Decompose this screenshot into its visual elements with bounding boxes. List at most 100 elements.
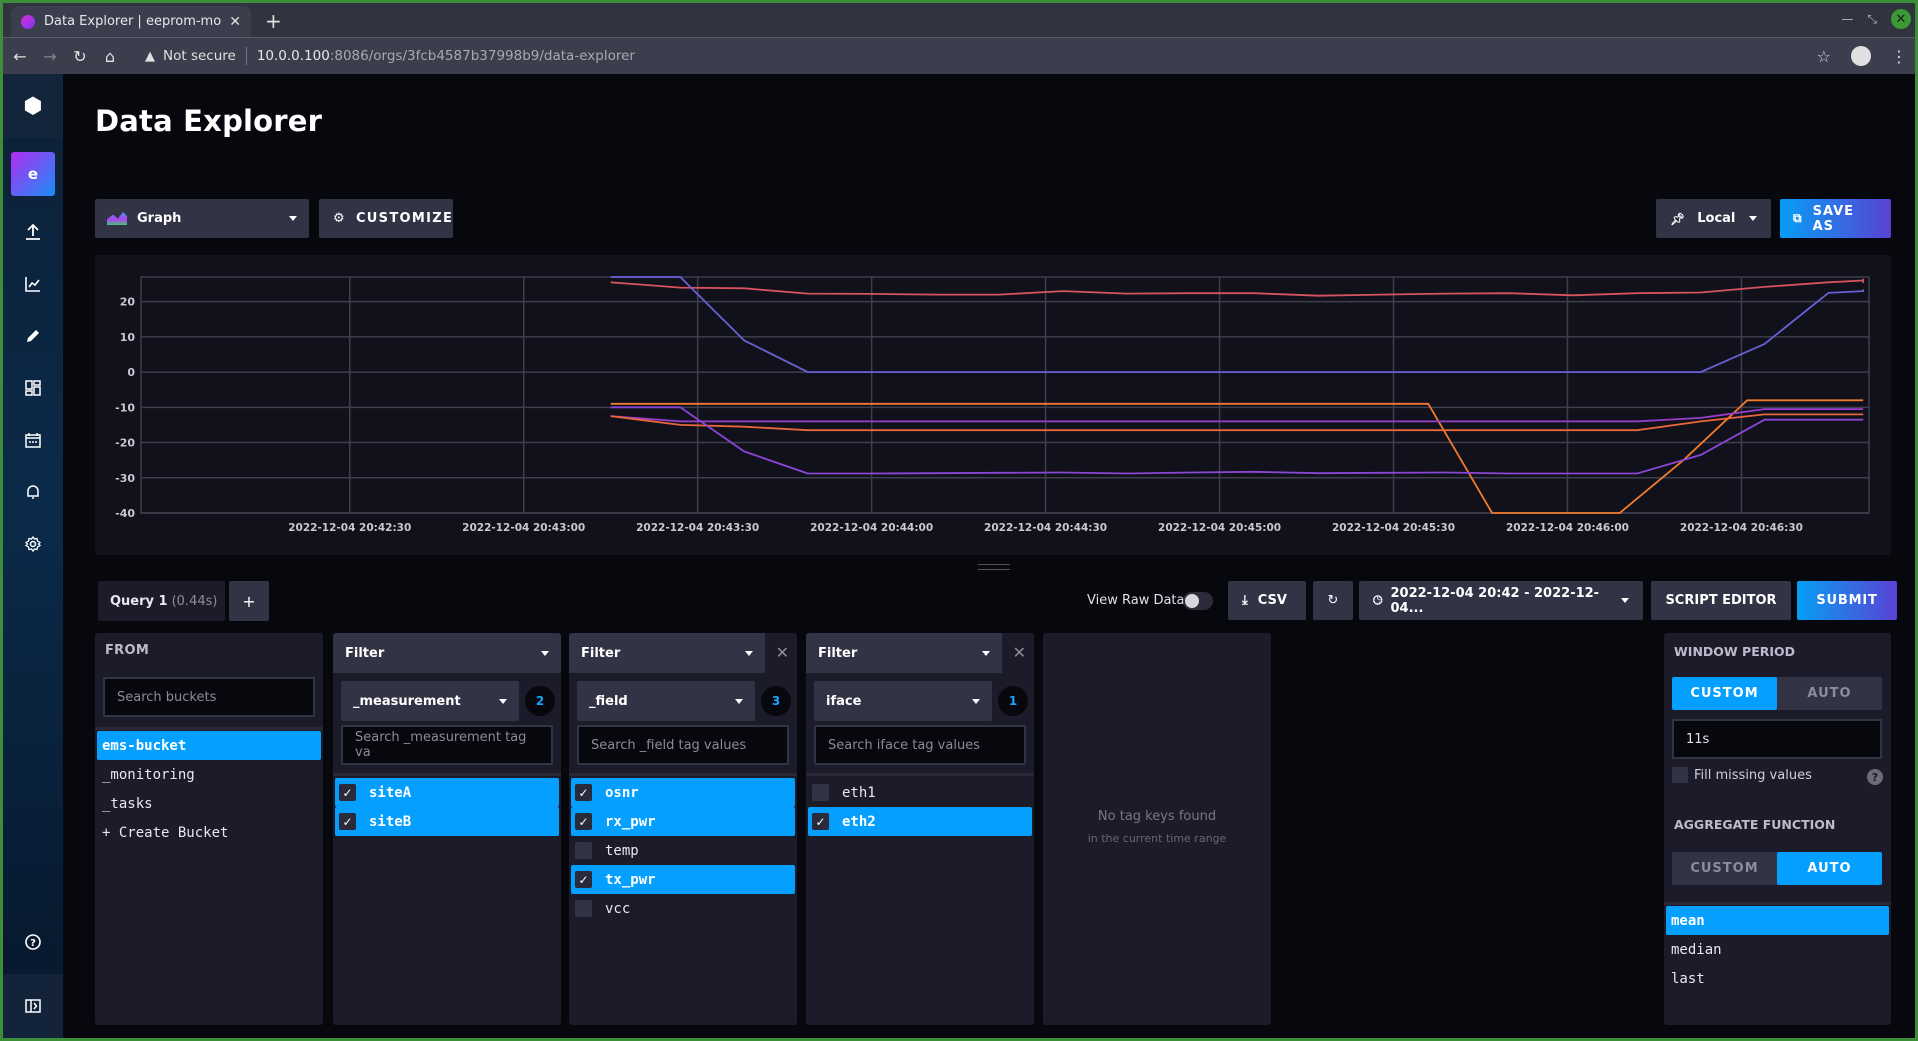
filter-function-dropdown[interactable]: Filter (806, 633, 1002, 673)
tag-value-item[interactable]: eth1 (808, 778, 1032, 807)
panel-resize-handle[interactable] (978, 564, 1010, 570)
mode-auto-button[interactable]: AUTO (1777, 677, 1882, 710)
close-tab-icon[interactable]: ✕ (229, 14, 241, 30)
checkbox[interactable]: ✓ (575, 813, 592, 830)
tag-key-dropdown[interactable]: _measurement (341, 681, 519, 721)
window-controls: — ⤡ ✕ (1841, 9, 1911, 29)
forward-icon[interactable]: → (37, 47, 63, 66)
new-tab-button[interactable]: + (265, 9, 282, 33)
checkbox[interactable] (575, 900, 592, 917)
time-range-dropdown[interactable]: 🕒︎ 2022-12-04 20:42 - 2022-12-04... (1359, 581, 1643, 620)
tag-values-search-input[interactable]: Search iface tag values (814, 725, 1026, 765)
bucket-item[interactable]: _tasks (97, 789, 321, 818)
script-editor-button[interactable]: SCRIPT EDITOR (1651, 581, 1791, 620)
url-field[interactable]: 10.0.0.100:8086/orgs/3fcb4587b37998b9/da… (257, 48, 635, 64)
customize-label: CUSTOMIZE (355, 211, 454, 226)
close-window-icon[interactable]: ✕ (1891, 9, 1911, 29)
checkbox[interactable] (1672, 767, 1688, 783)
mode-custom-button[interactable]: CUSTOM (1672, 852, 1777, 885)
tag-values-search-input[interactable]: Search _field tag values (577, 725, 789, 765)
mode-custom-button[interactable]: CUSTOM (1672, 677, 1777, 710)
checkbox[interactable]: ✓ (339, 813, 356, 830)
tag-value-item[interactable]: temp (571, 836, 795, 865)
checkbox[interactable] (575, 842, 592, 859)
close-icon[interactable]: ✕ (776, 643, 789, 662)
profile-avatar-icon[interactable] (1851, 46, 1871, 66)
org-avatar[interactable]: e (11, 152, 55, 196)
fill-missing-checkbox[interactable]: Fill missing values (1672, 767, 1812, 783)
security-indicator[interactable]: ▲ Not secure (145, 48, 236, 64)
back-icon[interactable]: ← (7, 47, 33, 66)
browser-menu-icon[interactable]: ⋮ (1891, 47, 1907, 66)
chevron-down-icon (499, 698, 507, 704)
refresh-button[interactable]: ↻ (1313, 581, 1353, 620)
browser-tab[interactable]: Data Explorer | eeprom-mo ✕ (11, 6, 251, 37)
checkbox[interactable]: ✓ (575, 871, 592, 888)
query-tab[interactable]: Query 1 (0.44s) (98, 581, 225, 621)
restore-icon[interactable]: ⤡ (1867, 12, 1877, 27)
fill-missing-label: Fill missing values (1694, 767, 1812, 783)
aggregate-function-item[interactable]: median (1666, 935, 1889, 964)
tag-key-dropdown[interactable]: iface (814, 681, 992, 721)
influxdb-logo-icon[interactable]: ⬢ (3, 74, 63, 138)
chevron-down-icon (745, 650, 753, 656)
graph-type-dropdown[interactable]: Graph (95, 199, 309, 238)
submit-button[interactable]: SUBMIT (1797, 581, 1897, 620)
bucket-item[interactable]: _monitoring (97, 760, 321, 789)
sidebar-item-data-explorer[interactable] (3, 258, 63, 310)
mode-auto-button[interactable]: AUTO (1777, 852, 1882, 885)
tag-value-item[interactable]: ✓ tx_pwr (571, 865, 795, 894)
empty-submessage: in the current time range (1087, 832, 1227, 845)
tag-value-item[interactable]: ✓ siteB (335, 807, 559, 836)
tag-value-item[interactable]: ✓ osnr (571, 778, 795, 807)
csv-download-button[interactable]: ⤓ CSV (1228, 581, 1306, 620)
close-icon[interactable]: ✕ (1013, 643, 1026, 662)
bucket-item[interactable]: + Create Bucket (97, 818, 321, 847)
url-host: 10.0.0.100 (256, 48, 330, 64)
sidebar-item-settings[interactable] (3, 518, 63, 570)
chevron-down-icon (289, 216, 297, 221)
tag-values-search-input[interactable]: Search _measurement tag va (341, 725, 553, 765)
graph-type-label: Graph (137, 211, 182, 226)
minimize-icon[interactable]: — (1841, 12, 1853, 26)
security-label: Not secure (163, 48, 236, 64)
tag-value-label: eth1 (842, 784, 876, 801)
bookmark-star-icon[interactable]: ☆ (1817, 47, 1831, 66)
customize-button[interactable]: ⚙ CUSTOMIZE (319, 199, 453, 238)
help-icon[interactable]: ? (1867, 769, 1883, 785)
checkbox[interactable]: ✓ (339, 784, 356, 801)
tag-value-label: siteB (369, 813, 412, 830)
timezone-dropdown[interactable]: 📌︎ Local (1656, 199, 1771, 238)
help-button[interactable]: ? (3, 910, 63, 974)
sidebar-item-load-data[interactable] (3, 206, 63, 258)
tag-value-item[interactable]: ✓ rx_pwr (571, 807, 795, 836)
filter-function-dropdown[interactable]: Filter (569, 633, 765, 673)
aggregate-function-item[interactable]: mean (1666, 906, 1889, 935)
checkbox[interactable]: ✓ (575, 784, 592, 801)
line-chart[interactable]: 20 10 0 -10 -20 -30 -40 2022-12-04 20:42:30 2022… (95, 255, 1891, 555)
checkbox[interactable] (812, 784, 829, 801)
tag-value-item[interactable]: ✓ eth2 (808, 807, 1032, 836)
reload-icon[interactable]: ↻ (67, 47, 93, 66)
sidebar-item-dashboards[interactable] (3, 362, 63, 414)
view-raw-data-toggle[interactable] (1183, 592, 1213, 610)
sidebar-item-notebooks[interactable] (3, 310, 63, 362)
home-icon[interactable]: ⌂ (97, 47, 123, 66)
aggregate-function-item[interactable]: last (1666, 964, 1889, 993)
graph-type-icon (107, 212, 127, 225)
tag-key-dropdown[interactable]: _field (577, 681, 755, 721)
y-tick-label: 20 (120, 296, 136, 309)
save-as-button[interactable]: ⧉ SAVE AS (1780, 199, 1891, 238)
bucket-item[interactable]: ems-bucket (97, 731, 321, 760)
window-period-input[interactable]: 11s (1672, 719, 1882, 759)
collapse-sidebar-button[interactable] (3, 974, 63, 1038)
filter-function-dropdown[interactable]: Filter (333, 633, 561, 673)
checkbox[interactable]: ✓ (812, 813, 829, 830)
bucket-search-input[interactable]: Search buckets (103, 677, 315, 717)
tag-value-item[interactable]: vcc (571, 894, 795, 923)
add-query-button[interactable]: + (229, 581, 269, 621)
tag-value-item[interactable]: ✓ siteA (335, 778, 559, 807)
sidebar-item-alerts[interactable] (3, 466, 63, 518)
sidebar-item-tasks[interactable] (3, 414, 63, 466)
filter-panel-field: Filter ✕ _field 3 Search _field tag values ✓ o… (569, 633, 797, 1025)
